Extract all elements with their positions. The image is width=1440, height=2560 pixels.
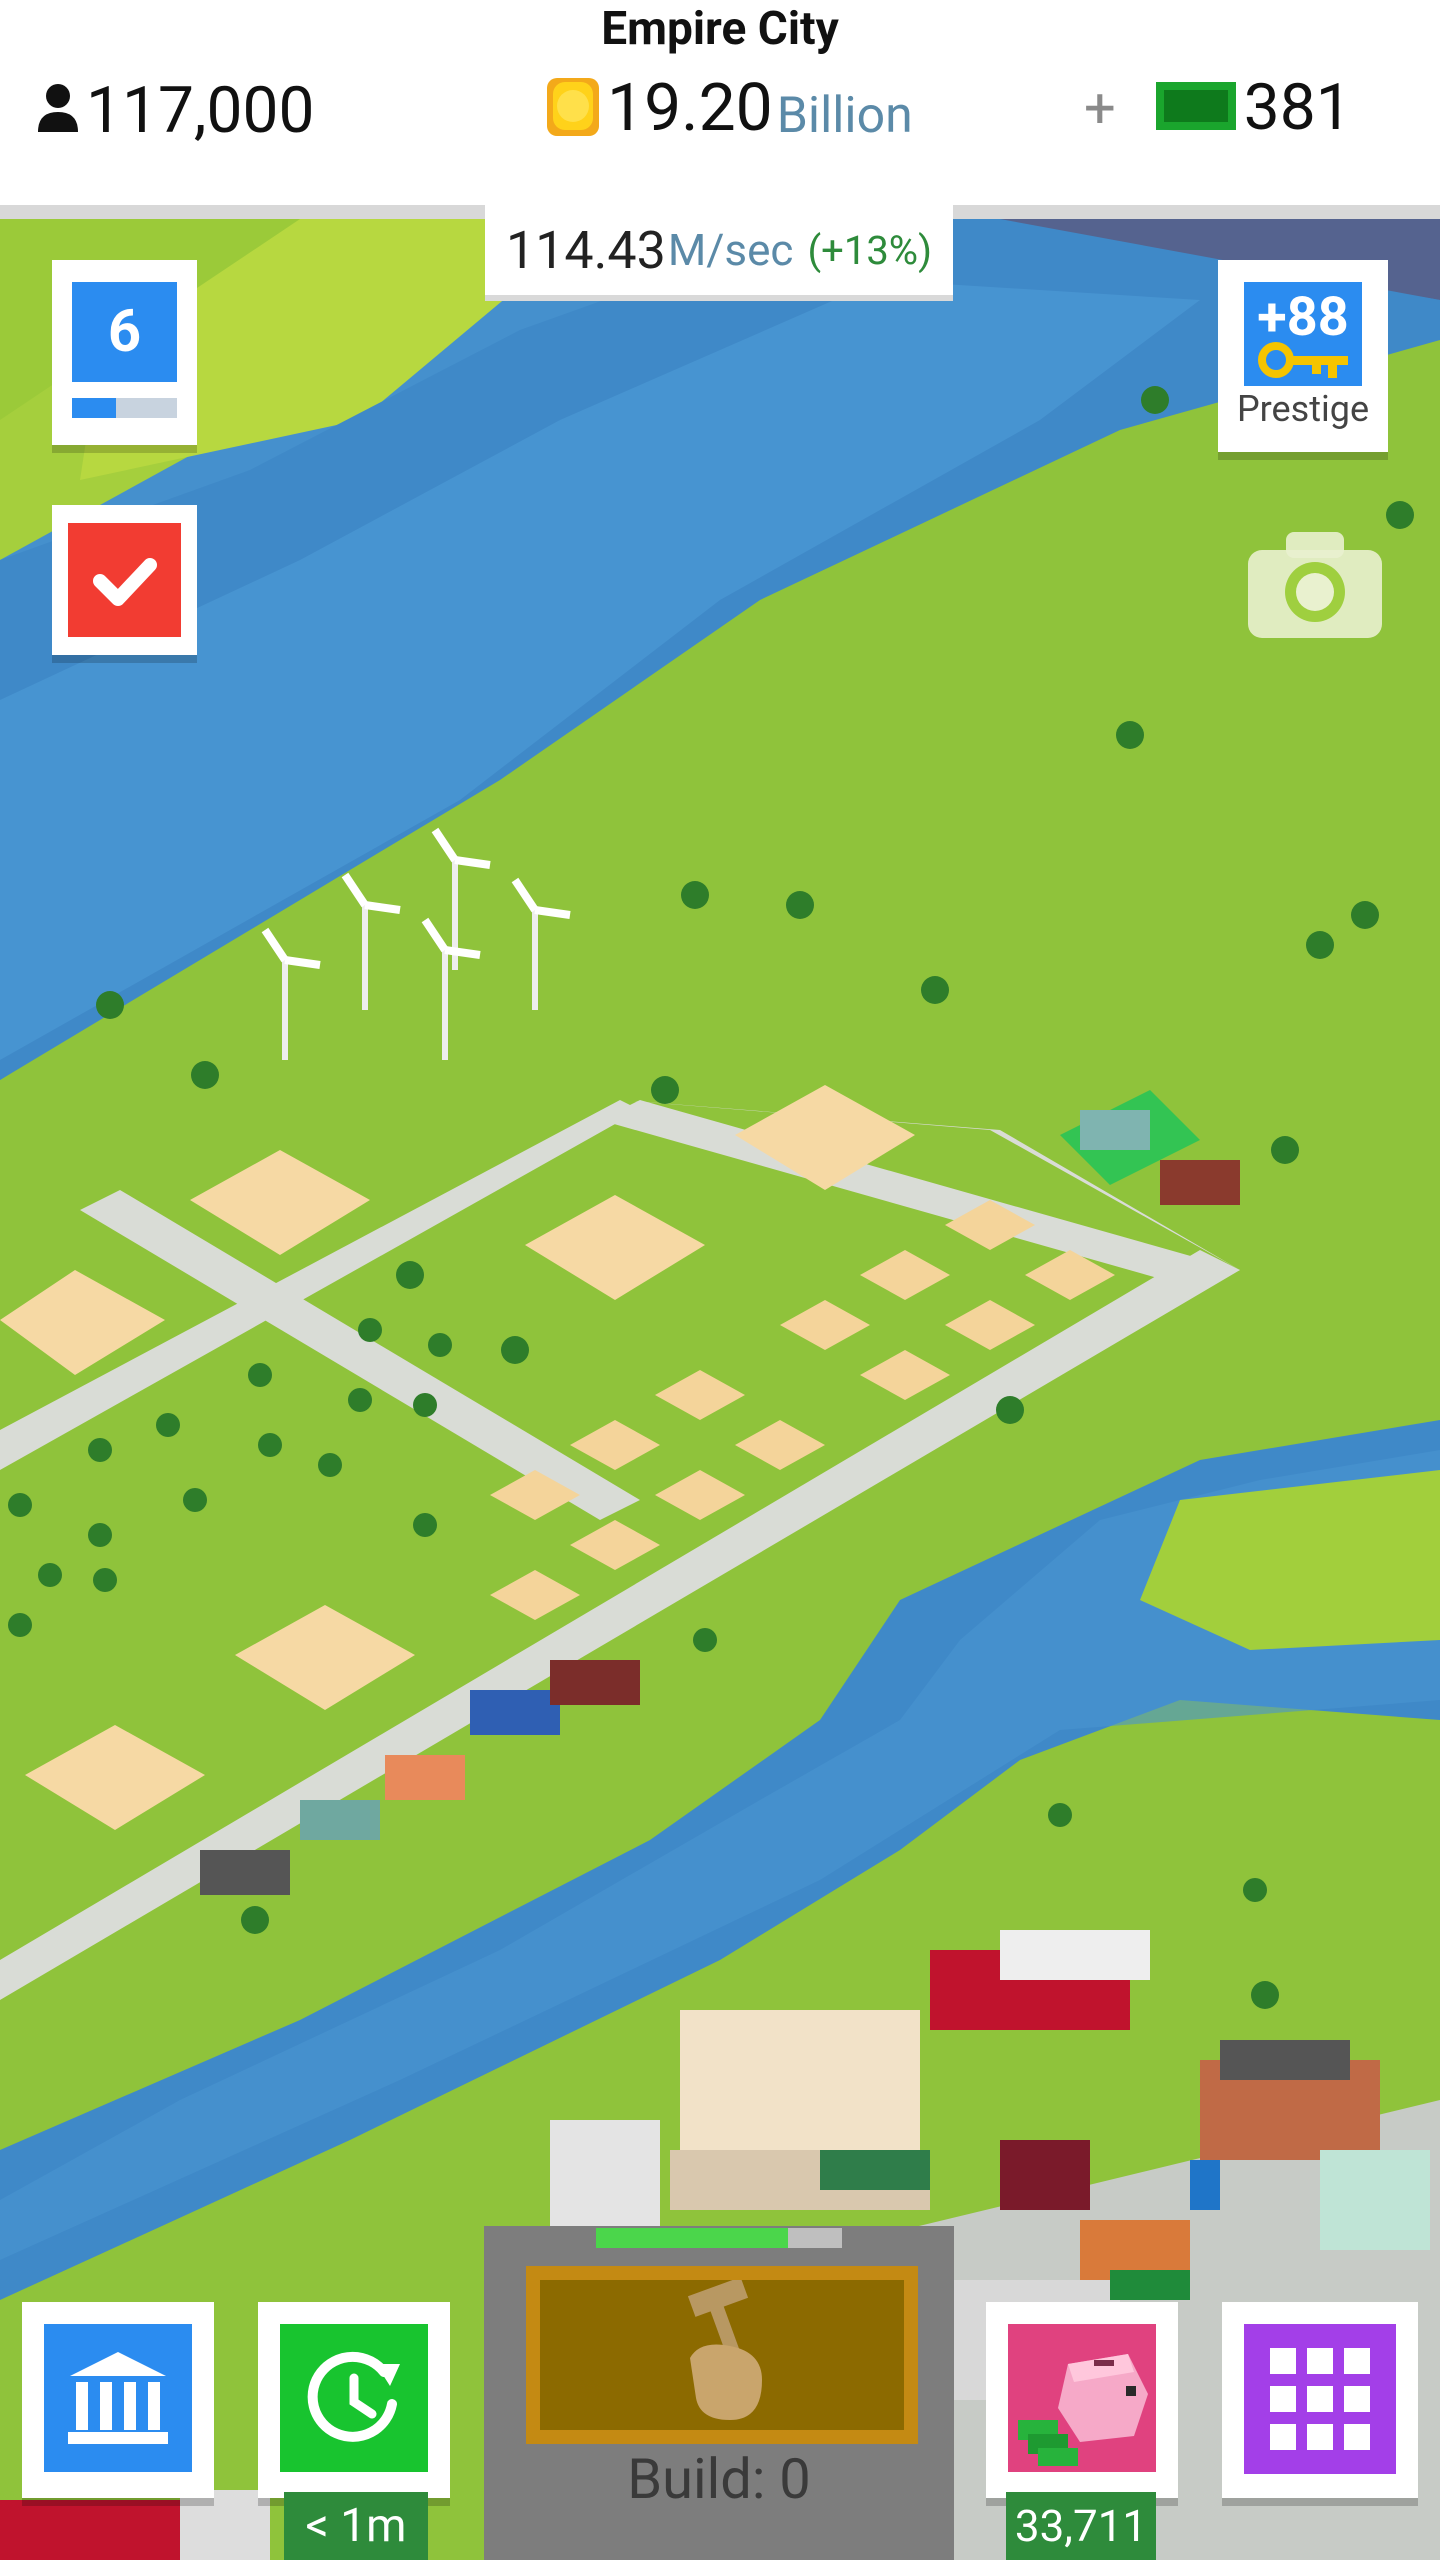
tasks-button[interactable] xyxy=(52,505,197,655)
bank-button[interactable] xyxy=(22,2302,214,2498)
level-progress-bar xyxy=(72,398,177,418)
coin-icon xyxy=(545,74,601,144)
income-panel: 114.43 M/sec (+13%) xyxy=(485,205,953,295)
cash-value: 381 xyxy=(1243,70,1352,145)
level-value: 6 xyxy=(72,282,177,382)
piggy-bank-button[interactable] xyxy=(986,2302,1178,2498)
bank-icon-bg xyxy=(44,2324,192,2472)
build-progress-bar xyxy=(596,2228,842,2248)
boost-icon-bg xyxy=(280,2324,428,2472)
coin-unit: Billion xyxy=(776,86,913,145)
build-button-inner xyxy=(540,2277,904,2430)
menu-icon-bg xyxy=(1244,2324,1396,2474)
coin-value: 19.20 xyxy=(607,70,773,147)
level-button[interactable]: 6 xyxy=(52,260,197,445)
build-progress-fill xyxy=(596,2228,788,2248)
bank-icon xyxy=(68,2352,168,2444)
clock-refresh-icon xyxy=(307,2351,400,2442)
hammer-hand-icon xyxy=(687,2277,762,2420)
prestige-label: Prestige xyxy=(1236,388,1370,430)
city-name: Empire City xyxy=(601,2,839,56)
cash-icon xyxy=(1155,78,1236,138)
income-value: 114.43 xyxy=(505,219,666,281)
income-unit: M/sec xyxy=(667,224,794,276)
buy-cash-plus[interactable]: + xyxy=(1084,75,1116,141)
city-map[interactable] xyxy=(0,219,1440,2560)
income-bonus: (+13%) xyxy=(807,226,933,274)
prestige-amount: +88 xyxy=(1257,286,1349,349)
checkmark-icon xyxy=(93,558,157,606)
build-panel: Build: 0 xyxy=(484,2226,954,2560)
grid-menu-icon xyxy=(1270,2348,1370,2450)
cash-counter[interactable]: + 381 xyxy=(1084,70,1352,145)
build-button[interactable] xyxy=(526,2266,918,2444)
menu-button[interactable] xyxy=(1222,2302,1418,2498)
build-label: Build: 0 xyxy=(627,2446,811,2512)
person-icon xyxy=(36,82,80,138)
camera-button[interactable] xyxy=(1248,528,1382,638)
piggy-bank-icon xyxy=(1018,2354,1148,2466)
piggy-bank-amount: 33,711 xyxy=(1006,2492,1156,2560)
population-value: 117,000 xyxy=(86,72,315,148)
tasks-icon-bg xyxy=(68,523,181,637)
level-progress-fill xyxy=(72,398,117,418)
boost-timer: < 1m xyxy=(284,2492,428,2560)
coin-counter: 19.20 Billion xyxy=(545,70,913,147)
prestige-button[interactable]: +88 Prestige xyxy=(1218,260,1388,452)
camera-icon xyxy=(1248,532,1382,638)
piggy-bank-icon-bg xyxy=(1008,2324,1156,2472)
boost-button[interactable] xyxy=(258,2302,450,2498)
population-counter: 117,000 xyxy=(36,70,314,150)
